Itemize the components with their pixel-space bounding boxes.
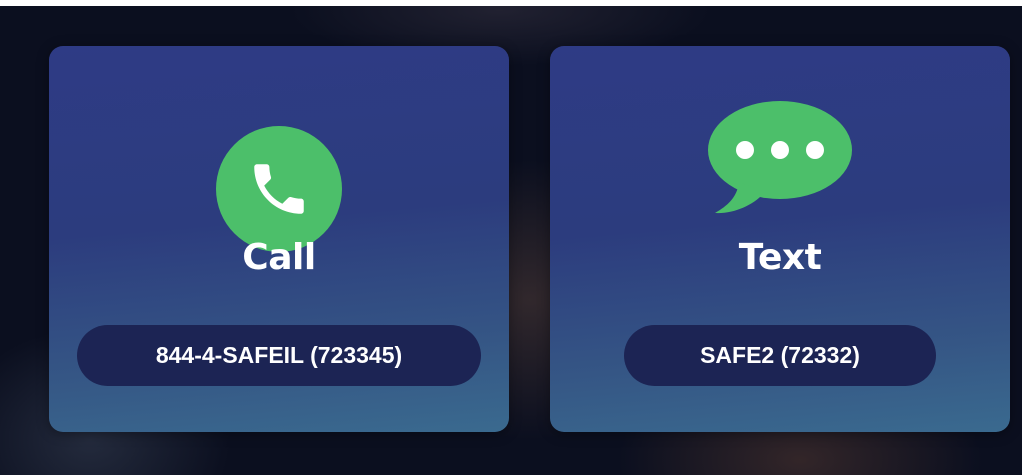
text-number-button[interactable]: SAFE2 (72332)	[624, 325, 936, 386]
call-card[interactable]: Call 844-4-SAFEIL (723345)	[49, 46, 509, 432]
call-number-button[interactable]: 844-4-SAFEIL (723345)	[77, 325, 481, 386]
phone-icon	[216, 126, 342, 252]
chat-bubble-icon	[708, 101, 852, 214]
text-title: Text	[738, 237, 822, 278]
call-title: Call	[242, 237, 316, 278]
text-card[interactable]: Text SAFE2 (72332)	[550, 46, 1010, 432]
top-edge-bar	[0, 0, 1022, 6]
